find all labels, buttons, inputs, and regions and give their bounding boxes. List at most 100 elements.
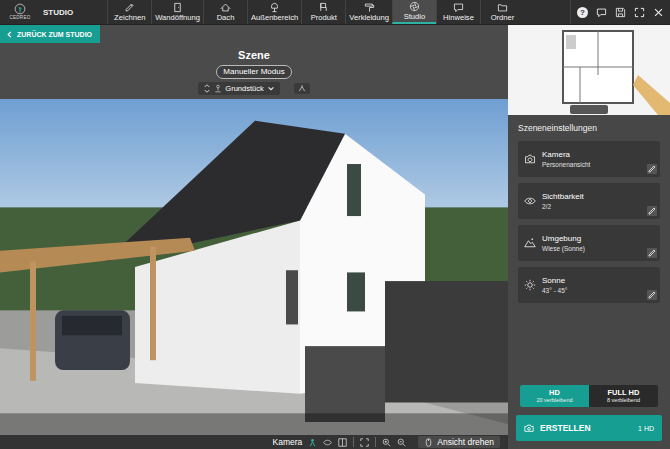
- quality-remaining: 8 verbleibend: [607, 397, 640, 404]
- create-label: ERSTELLEN: [540, 423, 591, 433]
- sun-icon: [524, 279, 536, 291]
- scene-header: Szene Manueller Modus Grundstück: [0, 43, 508, 99]
- render-image: [0, 99, 508, 435]
- aperture-icon: [409, 1, 420, 12]
- create-button[interactable]: ERSTELLEN 1 HD: [516, 415, 662, 441]
- pencil-icon: [647, 290, 657, 300]
- rotate-view-button[interactable]: Ansicht drehen: [418, 436, 500, 448]
- nav-tab[interactable]: Dach: [203, 0, 247, 24]
- setting-card[interactable]: KameraPersonenansicht: [518, 141, 660, 177]
- floorplan-minimap[interactable]: [508, 25, 670, 115]
- setting-value: Personenansicht: [542, 160, 590, 169]
- pencil-icon: [124, 2, 135, 13]
- camera-bar: Kamera Ansicht drehen: [0, 435, 508, 449]
- roller-icon: [364, 2, 375, 13]
- mouse-icon: [424, 438, 433, 447]
- pencil-icon: [647, 164, 657, 174]
- separator: [375, 437, 376, 447]
- view-select[interactable]: Grundstück: [198, 82, 279, 95]
- nav-label: Ordner: [491, 13, 515, 22]
- close-icon[interactable]: [653, 7, 664, 18]
- camera-icon: [524, 423, 534, 433]
- zoom-out-icon[interactable]: [397, 438, 406, 447]
- nav-label: Studio: [404, 12, 426, 21]
- scene-settings: Szeneneinstellungen KameraPersonenansicht…: [508, 115, 670, 449]
- setting-name: Sichtbarkeit: [542, 192, 584, 202]
- back-row: ZURÜCK ZUM STUDIO: [0, 25, 508, 43]
- quality-option[interactable]: FULL HD8 verbleibend: [589, 385, 658, 407]
- comment-icon[interactable]: [596, 7, 607, 18]
- app-window: CEDREO STUDIO Zeichnen Wandöffnung Dach Außen…: [0, 0, 670, 449]
- nav-tab[interactable]: Verkleidung: [345, 0, 392, 24]
- reset-view-button[interactable]: [294, 83, 310, 94]
- nav-tab[interactable]: Zeichnen: [107, 0, 151, 24]
- settings-title: Szeneneinstellungen: [518, 123, 660, 134]
- frame-icon[interactable]: [360, 438, 369, 447]
- settings-panel: Szeneneinstellungen KameraPersonenansicht…: [508, 25, 670, 449]
- nav-label: Zeichnen: [114, 13, 145, 22]
- setting-card[interactable]: UmgebungWiese (Sonne): [518, 225, 660, 261]
- setting-name: Kamera: [542, 150, 590, 160]
- door-icon: [172, 2, 183, 13]
- edit-button[interactable]: [647, 248, 657, 258]
- section-label: STUDIO: [37, 8, 79, 17]
- mode-toggle[interactable]: Manueller Modus: [216, 65, 291, 79]
- note-icon: [453, 2, 464, 13]
- top-bar: CEDREO STUDIO Zeichnen Wandöffnung Dach Außen…: [0, 0, 670, 25]
- zoom-in-icon[interactable]: [382, 438, 391, 447]
- leaf-icon: [14, 3, 26, 15]
- setting-value: 2/2: [542, 202, 584, 211]
- scene-title: Szene: [238, 49, 270, 62]
- back-label: ZURÜCK ZUM STUDIO: [17, 31, 92, 38]
- scene-render[interactable]: [0, 99, 508, 435]
- logo-text: CEDREO: [9, 15, 30, 21]
- nav-tab[interactable]: Ordner: [480, 0, 524, 24]
- nav-tab[interactable]: Wandöffnung: [151, 0, 203, 24]
- reset-camera-icon: [298, 84, 306, 93]
- quality-label: HD: [549, 388, 560, 397]
- setting-name: Sonne: [542, 276, 567, 286]
- folder-icon: [497, 2, 508, 13]
- edit-button[interactable]: [647, 164, 657, 174]
- person-icon[interactable]: [308, 438, 317, 447]
- nav-tab[interactable]: Außenbereich: [247, 0, 301, 24]
- nav-label: Verkleidung: [349, 13, 389, 22]
- chevron-left-icon: [6, 31, 13, 38]
- camera-icon: [524, 153, 536, 165]
- nav-label: Hinweise: [443, 13, 474, 22]
- edit-button[interactable]: [647, 290, 657, 300]
- scene-stage: ZURÜCK ZUM STUDIO Szene Manueller Modus Gru…: [0, 25, 508, 449]
- nav-label: Dach: [217, 13, 235, 22]
- setting-card[interactable]: Sichtbarkeit2/2: [518, 183, 660, 219]
- quality-option[interactable]: HD20 verbleibend: [520, 385, 589, 407]
- brand-logo[interactable]: CEDREO: [0, 0, 37, 24]
- chevron-down-icon: [267, 84, 275, 93]
- setting-card[interactable]: Sonne43° - 45°: [518, 267, 660, 303]
- nav-tab[interactable]: Studio: [392, 0, 436, 24]
- nav-tab[interactable]: Produkt: [301, 0, 345, 24]
- nav-label: Produkt: [311, 13, 337, 22]
- pencil-icon: [647, 206, 657, 216]
- tree-icon: [269, 2, 280, 13]
- spacer: [518, 309, 660, 379]
- person-pin-icon: [214, 84, 222, 93]
- main-nav: Zeichnen Wandöffnung Dach Außenbereich Produ…: [107, 0, 524, 24]
- nav-label: Außenbereich: [251, 13, 298, 22]
- edit-button[interactable]: [647, 206, 657, 216]
- quality-toggle: HD20 verbleibendFULL HD8 verbleibend: [520, 385, 658, 407]
- back-button[interactable]: ZURÜCK ZUM STUDIO: [0, 25, 100, 43]
- save-icon[interactable]: [615, 7, 626, 18]
- fullscreen-icon[interactable]: [634, 7, 645, 18]
- nav-tab[interactable]: Hinweise: [436, 0, 480, 24]
- help-button[interactable]: ?: [577, 7, 588, 18]
- camera-label: Kamera: [273, 436, 303, 448]
- setting-value: Wiese (Sonne): [542, 244, 585, 253]
- quality-remaining: 20 verbleibend: [536, 397, 572, 404]
- scene-controls: Grundstück: [198, 82, 309, 95]
- roof-icon: [220, 2, 231, 13]
- create-cost: 1 HD: [638, 425, 654, 432]
- setting-text: Sichtbarkeit2/2: [542, 192, 584, 211]
- layout-icon[interactable]: [338, 438, 347, 447]
- eye-view-icon[interactable]: [323, 438, 332, 447]
- setting-name: Umgebung: [542, 234, 585, 244]
